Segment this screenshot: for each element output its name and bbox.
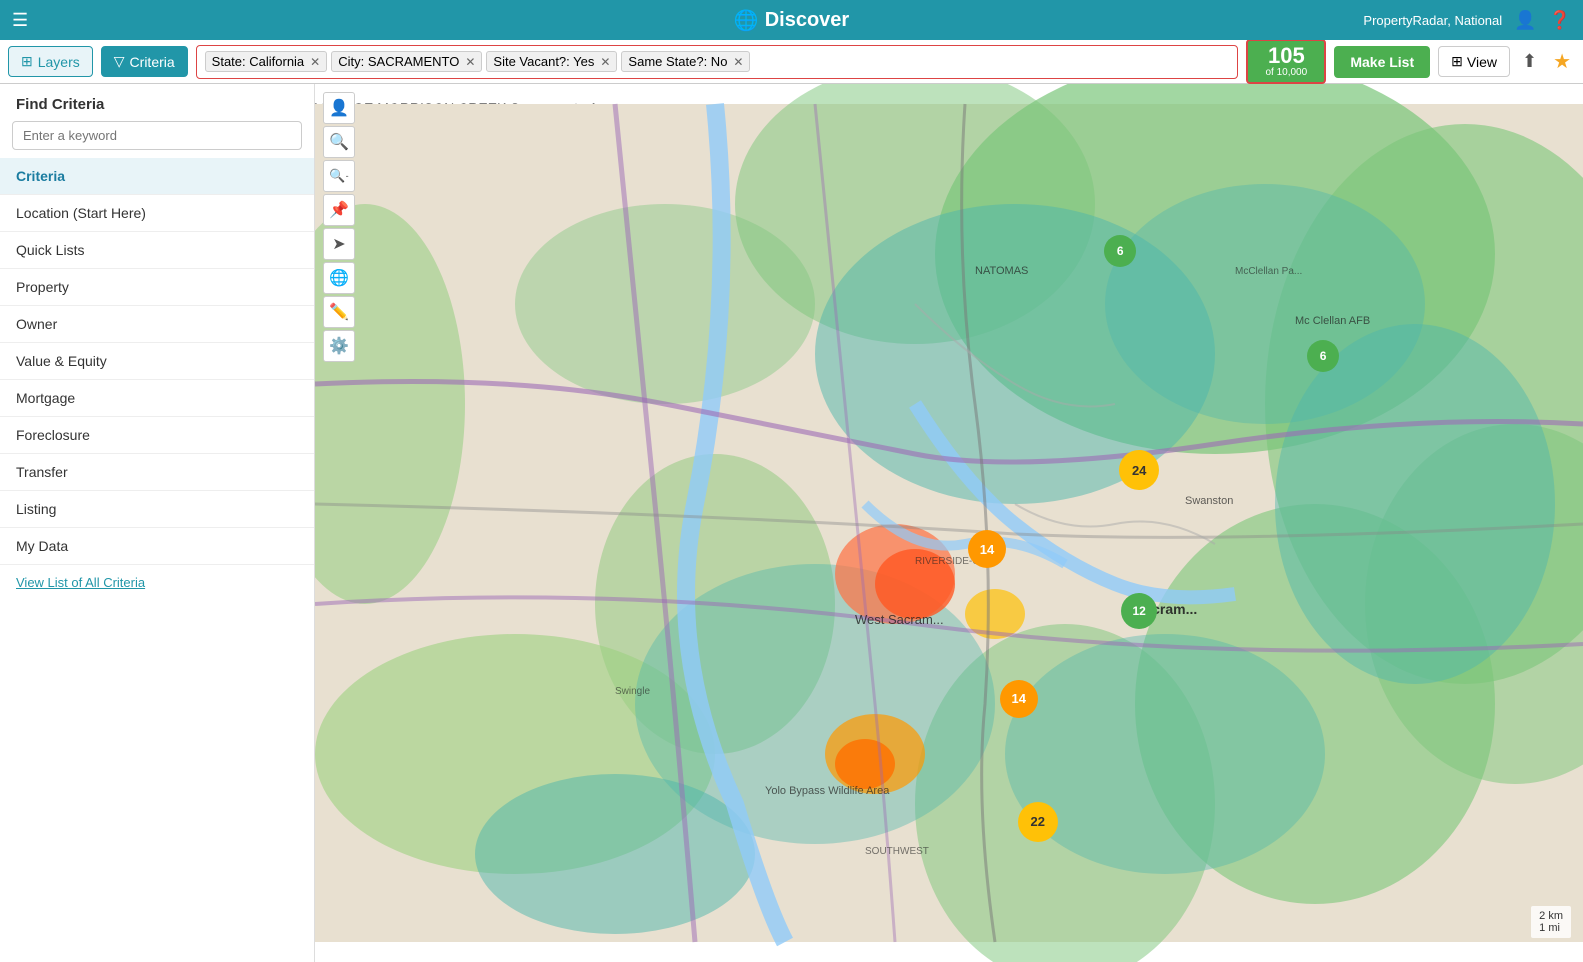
sidebar-item-owner[interactable]: Owner (0, 306, 314, 343)
svg-text:McClellan Pa...: McClellan Pa... (1235, 266, 1302, 277)
filter-tag-state-label: State: California (212, 54, 305, 69)
pin-tool-button[interactable]: 📌 (323, 194, 355, 226)
sidebar-item-value-equity[interactable]: Value & Equity (0, 343, 314, 380)
map-tools: 👤 🔍 🔍- 📌 ➤ 🌐 ✏️ ⚙️ (323, 92, 355, 362)
view-button[interactable]: ⊞ View (1438, 46, 1510, 77)
draw-tool-button[interactable]: ✏️ (323, 296, 355, 328)
view-label: View (1467, 54, 1497, 70)
sidebar-item-my-data-label: My Data (16, 538, 68, 554)
filter-tag-state-close[interactable]: ✕ (310, 55, 320, 69)
sidebar-item-my-data[interactable]: My Data (0, 528, 314, 565)
cluster-marker-5[interactable]: 14 (1000, 680, 1038, 718)
sidebar-item-location[interactable]: Location (Start Here) (0, 195, 314, 232)
svg-text:West Sacram...: West Sacram... (855, 612, 944, 627)
sidebar-item-listing-label: Listing (16, 501, 56, 517)
svg-text:SOUTHWEST: SOUTHWEST (865, 846, 929, 857)
sidebar-item-owner-label: Owner (16, 316, 57, 332)
sidebar-item-transfer-label: Transfer (16, 464, 68, 480)
criteria-label: Criteria (130, 54, 175, 70)
sidebar-item-listing[interactable]: Listing (0, 491, 314, 528)
cluster-marker-3[interactable]: 24 (1119, 450, 1159, 490)
sidebar-item-transfer[interactable]: Transfer (0, 454, 314, 491)
filter-tag-state[interactable]: State: California ✕ (205, 51, 328, 72)
cluster-marker-4[interactable]: 14 (968, 530, 1006, 568)
globe-icon: 🌐 (734, 8, 759, 33)
globe-tool-button[interactable]: 🌐 (323, 262, 355, 294)
sidebar-item-foreclosure[interactable]: Foreclosure (0, 417, 314, 454)
sidebar: Find Criteria Criteria Location (Start H… (0, 84, 315, 962)
keyword-search-input[interactable] (12, 121, 302, 150)
filter-tag-same-state-close[interactable]: ✕ (733, 55, 743, 69)
filter-tag-vacant-close[interactable]: ✕ (600, 55, 610, 69)
user-icon[interactable]: 👤 (1514, 10, 1536, 31)
share-button[interactable]: ⬆ (1518, 47, 1541, 76)
filter-tag-vacant[interactable]: Site Vacant?: Yes ✕ (486, 51, 617, 72)
zoom-out-button[interactable]: 🔍- (323, 160, 355, 192)
favorite-button[interactable]: ★ (1549, 45, 1575, 78)
svg-text:Swanston: Swanston (1185, 495, 1233, 507)
sidebar-item-criteria-label: Criteria (16, 168, 65, 184)
result-count-number: 105 (1256, 45, 1316, 67)
sidebar-item-quick-lists[interactable]: Quick Lists (0, 232, 314, 269)
svg-text:Yolo Bypass Wildlife Area: Yolo Bypass Wildlife Area (765, 785, 890, 797)
sidebar-item-property[interactable]: Property (0, 269, 314, 306)
settings-tool-button[interactable]: ⚙️ (323, 330, 355, 362)
filter-tag-same-state-label: Same State?: No (628, 54, 727, 69)
map-scale: 2 km 1 mi (1531, 906, 1571, 938)
header: ☰ 🌐 Discover PropertyRadar, National 👤 ❓ (0, 0, 1583, 40)
sidebar-item-foreclosure-label: Foreclosure (16, 427, 90, 443)
view-all-criteria-link[interactable]: View List of All Criteria (0, 565, 314, 600)
criteria-button[interactable]: ▽ Criteria (101, 46, 188, 77)
layers-icon: ⊞ (21, 53, 33, 70)
toolbar: ⊞ Layers ▽ Criteria State: California ✕ … (0, 40, 1583, 84)
result-count-sub: of 10,000 (1256, 67, 1316, 78)
sidebar-item-location-label: Location (Start Here) (16, 205, 146, 221)
view-icon: ⊞ (1451, 53, 1463, 70)
sidebar-item-criteria[interactable]: Criteria (0, 158, 314, 195)
sidebar-item-property-label: Property (16, 279, 69, 295)
header-title: 🌐 Discover (734, 8, 849, 33)
person-icon-tool[interactable]: 👤 (323, 92, 355, 124)
filter-icon: ▽ (114, 53, 125, 70)
sidebar-item-value-equity-label: Value & Equity (16, 353, 107, 369)
find-criteria-heading: Find Criteria (0, 84, 314, 121)
map-container[interactable]: Sacram... West Sacram... Swanston Mc Cle… (315, 84, 1583, 962)
cluster-marker-6[interactable]: 12 (1121, 593, 1157, 629)
cluster-marker-2[interactable]: 6 (1307, 340, 1339, 372)
sidebar-item-mortgage[interactable]: Mortgage (0, 380, 314, 417)
cluster-marker-7[interactable]: 22 (1018, 802, 1058, 842)
svg-text:Swingle: Swingle (615, 686, 650, 697)
filter-tag-same-state[interactable]: Same State?: No ✕ (621, 51, 750, 72)
make-list-button[interactable]: Make List (1334, 46, 1430, 78)
sidebar-item-quick-lists-label: Quick Lists (16, 242, 84, 258)
navigate-button[interactable]: ➤ (323, 228, 355, 260)
filter-tags-container: State: California ✕ City: SACRAMENTO ✕ S… (196, 45, 1239, 79)
header-right: PropertyRadar, National 👤 ❓ (1363, 10, 1571, 31)
svg-text:NATOMAS: NATOMAS (975, 265, 1028, 277)
map-scale-km: 2 km (1539, 910, 1563, 922)
result-count-box: 105 of 10,000 (1246, 39, 1326, 84)
svg-text:Mc Clellan AFB: Mc Clellan AFB (1295, 315, 1370, 327)
layers-button[interactable]: ⊞ Layers (8, 46, 93, 77)
map-svg: Sacram... West Sacram... Swanston Mc Cle… (315, 84, 1583, 962)
zoom-in-button[interactable]: 🔍 (323, 126, 355, 158)
menu-icon[interactable]: ☰ (12, 10, 28, 31)
filter-tag-city[interactable]: City: SACRAMENTO ✕ (331, 51, 482, 72)
user-info-text: PropertyRadar, National (1363, 13, 1502, 28)
filter-tag-city-close[interactable]: ✕ (465, 55, 475, 69)
sidebar-item-mortgage-label: Mortgage (16, 390, 75, 406)
filter-tag-city-label: City: SACRAMENTO (338, 54, 459, 69)
help-icon[interactable]: ❓ (1549, 10, 1571, 31)
cluster-marker-1[interactable]: 6 (1104, 235, 1136, 267)
main-content: Find Criteria Criteria Location (Start H… (0, 84, 1583, 962)
map-scale-mi: 1 mi (1539, 922, 1563, 934)
filter-tag-vacant-label: Site Vacant?: Yes (493, 54, 594, 69)
layers-label: Layers (38, 54, 80, 70)
